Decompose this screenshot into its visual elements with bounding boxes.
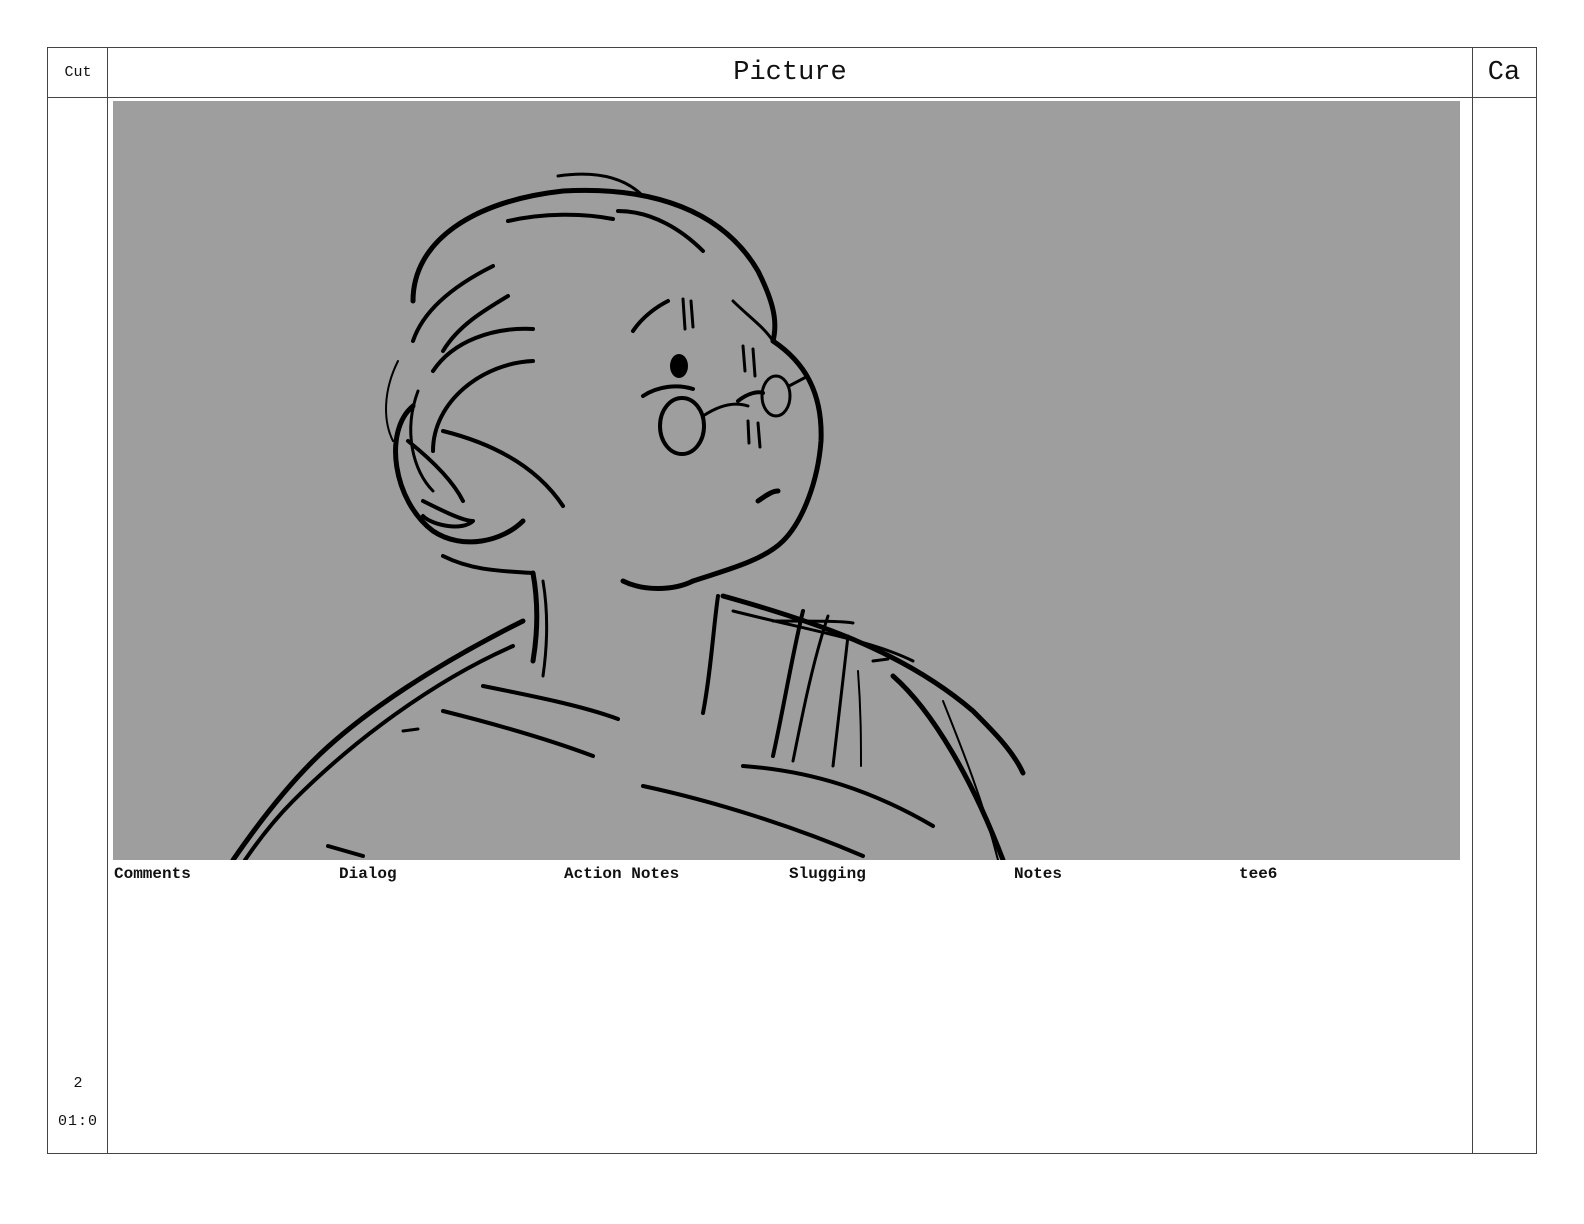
character-sketch-icon	[230, 172, 1026, 860]
cut-duration: 01:0	[57, 1113, 98, 1130]
camera-column	[1472, 48, 1536, 1153]
field-labels-row: Comments Dialog Action Notes Slugging No…	[114, 865, 1459, 889]
storyboard-panel-image[interactable]	[113, 101, 1460, 860]
comments-field-label[interactable]: Comments	[114, 865, 191, 883]
cut-number: 2	[73, 1075, 83, 1092]
notes-field-label[interactable]: Notes	[1014, 865, 1062, 883]
dialog-field-label[interactable]: Dialog	[339, 865, 397, 883]
custom-field-label[interactable]: tee6	[1239, 865, 1277, 883]
storyboard-sheet: Cut Picture Ca Comments Dialog Action No…	[47, 47, 1537, 1154]
picture-header-label: Picture	[733, 58, 847, 88]
cut-column	[48, 48, 108, 1153]
cut-header-label: Cut	[64, 64, 92, 81]
slugging-field-label[interactable]: Slugging	[789, 865, 866, 883]
camera-header-label: Ca	[1487, 58, 1521, 88]
action-notes-field-label[interactable]: Action Notes	[564, 865, 679, 883]
